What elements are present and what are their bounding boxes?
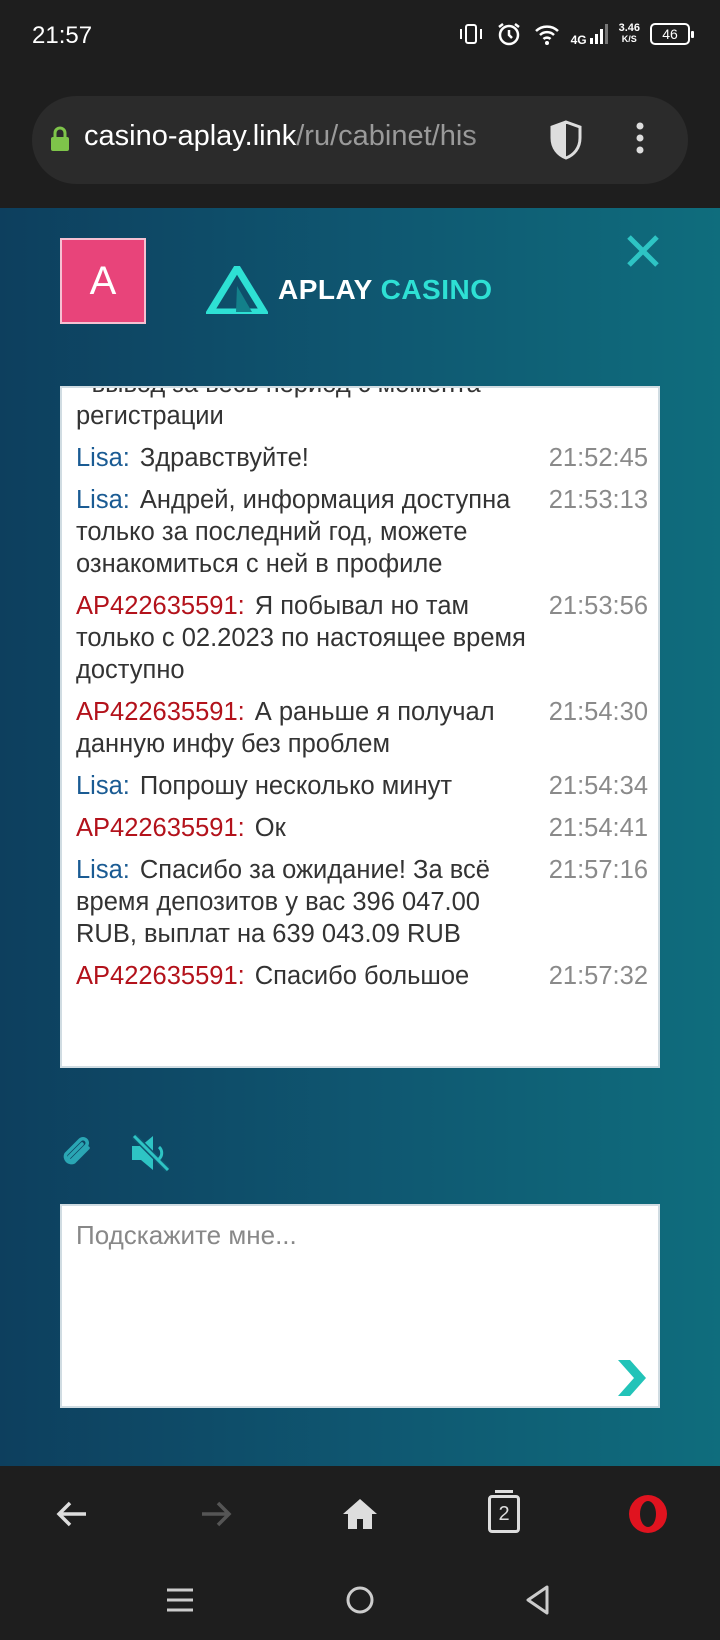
tabs-button[interactable]: 2	[480, 1490, 528, 1538]
home-nav-button[interactable]	[338, 1578, 382, 1622]
message-text: Спасибо за ожидание! За всё время депози…	[76, 856, 490, 948]
chat-messages: - вывод за весь период с момента регистр…	[76, 388, 648, 1002]
message-sender: AP422635591:	[76, 962, 245, 990]
message-time: 21:53:13	[548, 486, 648, 514]
network-type: 4G	[570, 33, 587, 47]
forward-arrow-icon	[202, 1501, 232, 1527]
message-text: Андрей, информация доступна только за по…	[76, 486, 511, 578]
message-time: 21:53:56	[548, 592, 648, 620]
chat-log[interactable]: - вывод за весь период с момента регистр…	[60, 386, 660, 1068]
chat-message: AP422635591: Ок 21:54:41	[76, 812, 648, 844]
back-button[interactable]	[48, 1490, 96, 1538]
chat-message: - вывод за весь период с момента регистр…	[76, 388, 648, 432]
circle-home-icon	[346, 1586, 374, 1614]
system-nav	[0, 1562, 720, 1640]
lock-icon	[51, 126, 69, 151]
message-sender: Lisa:	[76, 856, 130, 884]
message-text: Попрошу несколько минут	[139, 772, 453, 800]
status-icons: 4G 3.46 K/S 46	[457, 20, 694, 48]
chat-message: Lisa: Спасибо за ожидание! За всё время д…	[76, 854, 648, 950]
url-field[interactable]: casino-aplay.link/ru/cabinet/his	[32, 96, 688, 184]
aplay-logo-icon	[206, 266, 268, 314]
more-options-icon[interactable]	[630, 118, 650, 162]
alarm-icon	[497, 23, 520, 46]
aplay-logo: APLAY CASINO	[206, 266, 493, 314]
message-sender: AP422635591:	[76, 814, 245, 842]
message-time: 21:57:16	[548, 856, 648, 884]
message-sender: Lisa:	[76, 772, 130, 800]
logo-text: APLAY CASINO	[278, 274, 493, 305]
net-speed: 3.46 K/S	[618, 22, 640, 45]
home-button[interactable]	[336, 1490, 384, 1538]
message-sender: AP422635591:	[76, 698, 245, 726]
url-path: /ru/cabinet/his	[296, 120, 477, 152]
message-text: Спасибо большое	[254, 962, 470, 990]
status-bar: 21:57 4G 3.46 K/S 46	[0, 0, 720, 72]
chat-message: AP422635591: Спасибо большое 21:57:32	[76, 960, 648, 992]
message-time: 21:54:30	[548, 698, 648, 726]
message-time: 21:54:41	[548, 814, 648, 842]
message-time: 21:57:32	[548, 962, 648, 990]
forward-button[interactable]	[192, 1490, 240, 1538]
url-host: casino-aplay.link	[84, 120, 297, 152]
back-arrow-icon	[56, 1501, 86, 1527]
tabs-count: 2	[488, 1490, 520, 1533]
triangle-back-icon	[526, 1585, 549, 1615]
wifi-icon	[534, 25, 559, 45]
status-time: 21:57	[32, 22, 93, 49]
opera-menu-button[interactable]	[624, 1490, 672, 1538]
opera-icon	[629, 1495, 667, 1533]
home-icon	[343, 1499, 377, 1529]
message-sender: Lisa:	[76, 486, 130, 514]
chat-message: AP422635591: Я побывал но там только с 02…	[76, 590, 648, 686]
message-time: 21:54:34	[548, 772, 648, 800]
signal-icon	[589, 24, 608, 44]
chat-message: Lisa: Андрей, информация доступна только …	[76, 484, 648, 580]
message-sender: AP422635591:	[76, 592, 245, 620]
chat-page: A APLAY CASINO - вывод за весь период с …	[0, 208, 720, 1466]
chat-toolbar	[58, 1130, 174, 1176]
chat-message: AP422635591: А раньше я получал данную ин…	[76, 696, 648, 760]
menu-icon	[167, 1588, 193, 1612]
battery-indicator: 46	[650, 23, 694, 45]
send-icon[interactable]	[614, 1358, 648, 1398]
url-text[interactable]: casino-aplay.link/ru/cabinet/his	[84, 120, 534, 153]
message-text: Ок	[254, 814, 286, 842]
message-input-box	[60, 1204, 660, 1408]
vibrate-icon	[459, 24, 482, 44]
recent-apps-button[interactable]	[158, 1578, 202, 1622]
shield-icon[interactable]	[546, 118, 586, 162]
message-time: 21:52:45	[548, 444, 648, 472]
browser-nav: 2	[0, 1466, 720, 1562]
sound-off-icon[interactable]	[128, 1130, 174, 1176]
message-sender: Lisa:	[76, 444, 130, 472]
paperclip-icon[interactable]	[58, 1134, 96, 1172]
chat-message: Lisa: Здравствуйте! 21:52:45	[76, 442, 648, 474]
back-nav-button[interactable]	[516, 1578, 560, 1622]
chat-message: Lisa: Попрошу несколько минут 21:54:34	[76, 770, 648, 802]
message-text: Здравствуйте!	[139, 444, 309, 472]
close-icon[interactable]	[624, 232, 662, 270]
message-input[interactable]	[62, 1206, 658, 1406]
avatar: A	[60, 238, 146, 324]
message-text: - вывод за весь период с момента регистр…	[76, 388, 481, 430]
browser-address-bar: casino-aplay.link/ru/cabinet/his	[0, 72, 720, 208]
